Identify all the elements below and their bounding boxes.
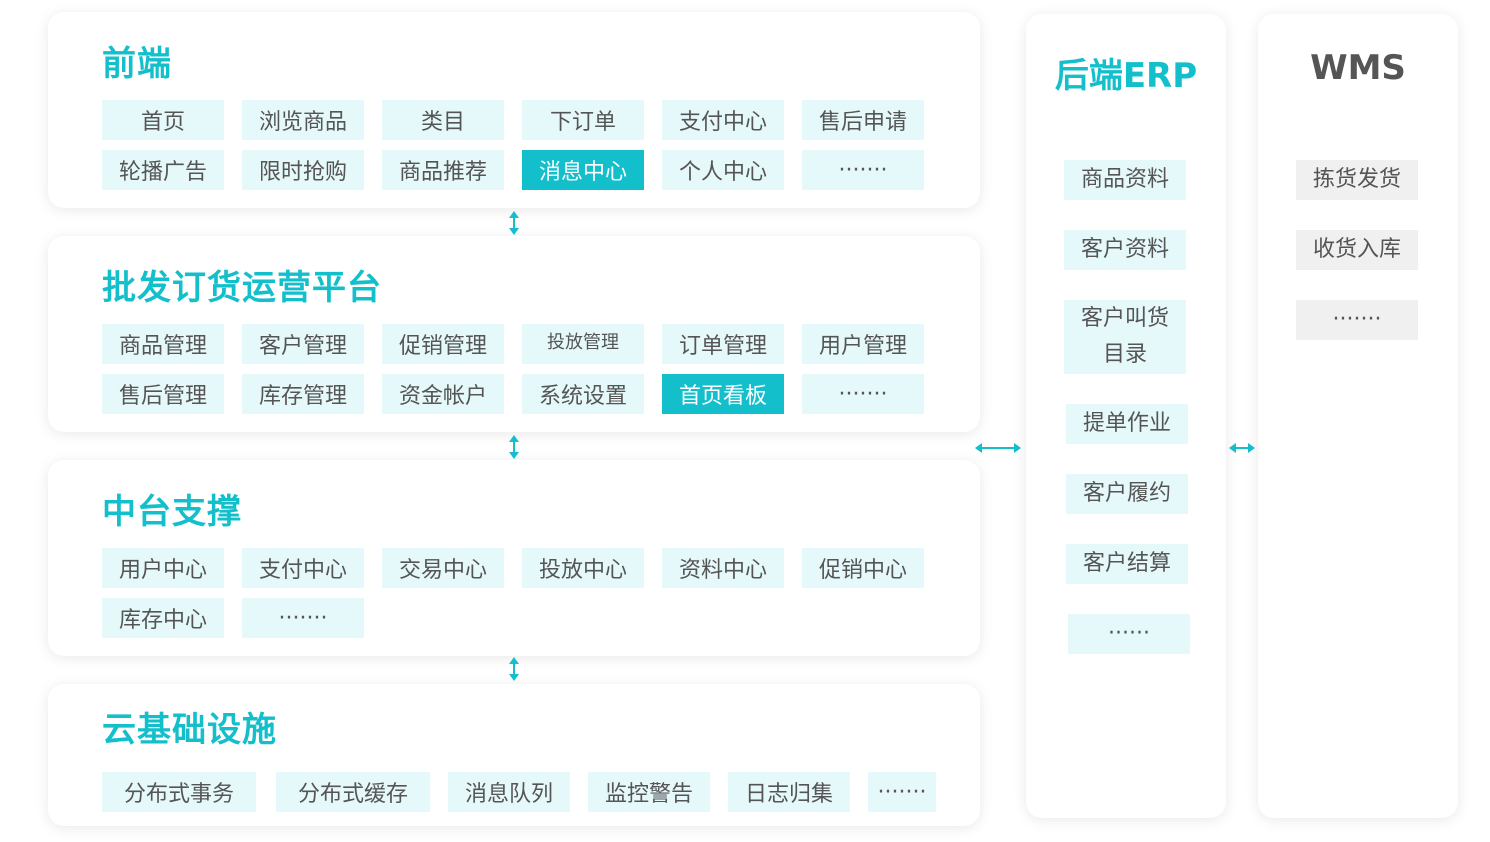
wms-title: WMS xyxy=(1310,48,1406,88)
erp-item: 客户结算 xyxy=(1066,544,1188,584)
middle-item: 用户中心 xyxy=(102,548,224,588)
infra-item: 分布式缓存 xyxy=(276,772,430,812)
infra-item: 监控警告 xyxy=(588,772,710,812)
frontend-item: 支付中心 xyxy=(662,100,784,140)
frontend-item: 类目 xyxy=(382,100,504,140)
frontend-item: 商品推荐 xyxy=(382,150,504,190)
middle-item: 交易中心 xyxy=(382,548,504,588)
platform-item: 促销管理 xyxy=(382,324,504,364)
platform-item: 商品管理 xyxy=(102,324,224,364)
frontend-item: 首页 xyxy=(102,100,224,140)
connector-arrow-vertical xyxy=(509,435,519,459)
middle-item: 支付中心 xyxy=(242,548,364,588)
connector-arrow-horizontal xyxy=(975,443,1021,453)
frontend-item: 售后申请 xyxy=(802,100,924,140)
platform-panel: 批发订货运营平台 商品管理 客户管理 促销管理 投放管理 订单管理 用户管理 售… xyxy=(48,236,980,432)
erp-title: 后端ERP xyxy=(1054,56,1198,96)
platform-item: 系统设置 xyxy=(522,374,644,414)
erp-item: 客户履约 xyxy=(1066,474,1188,514)
connector-arrow-vertical xyxy=(509,211,519,235)
platform-item-more: ······· xyxy=(802,374,924,414)
frontend-item: 下订单 xyxy=(522,100,644,140)
middle-item: 资料中心 xyxy=(662,548,784,588)
connector-arrow-horizontal xyxy=(1229,443,1255,453)
wms-item-more: ······· xyxy=(1296,300,1418,340)
frontend-item: 个人中心 xyxy=(662,150,784,190)
middle-panel: 中台支撑 用户中心 支付中心 交易中心 投放中心 资料中心 促销中心 库存中心 … xyxy=(48,460,980,656)
erp-panel: 后端ERP 商品资料 客户资料 客户叫货目录 提单作业 客户履约 客户结算 ··… xyxy=(1026,14,1226,818)
connector-arrow-vertical xyxy=(509,657,519,681)
frontend-item: 限时抢购 xyxy=(242,150,364,190)
infra-panel: 云基础设施 分布式事务 分布式缓存 消息队列 监控警告 日志归集 ······· xyxy=(48,684,980,826)
infra-title: 云基础设施 xyxy=(102,710,277,750)
platform-item: 用户管理 xyxy=(802,324,924,364)
platform-item: 资金帐户 xyxy=(382,374,504,414)
middle-item-more: ······· xyxy=(242,598,364,638)
platform-item: 客户管理 xyxy=(242,324,364,364)
infra-item: 消息队列 xyxy=(448,772,570,812)
wms-panel: WMS 拣货发货 收货入库 ······· xyxy=(1258,14,1458,818)
wms-item: 收货入库 xyxy=(1296,230,1418,270)
platform-item: 投放管理 xyxy=(522,324,644,364)
platform-item-highlighted: 首页看板 xyxy=(662,374,784,414)
platform-item: 售后管理 xyxy=(102,374,224,414)
platform-item: 订单管理 xyxy=(662,324,784,364)
erp-item: 客户叫货目录 xyxy=(1064,300,1186,374)
frontend-panel: 前端 首页 浏览商品 类目 下订单 支付中心 售后申请 轮播广告 限时抢购 商品… xyxy=(48,12,980,208)
middle-item: 库存中心 xyxy=(102,598,224,638)
erp-item-more: ······ xyxy=(1068,614,1190,654)
wms-item: 拣货发货 xyxy=(1296,160,1418,200)
middle-item: 促销中心 xyxy=(802,548,924,588)
platform-item: 库存管理 xyxy=(242,374,364,414)
erp-item: 客户资料 xyxy=(1064,230,1186,270)
middle-item: 投放中心 xyxy=(522,548,644,588)
erp-item: 商品资料 xyxy=(1064,160,1186,200)
frontend-item: 浏览商品 xyxy=(242,100,364,140)
frontend-title: 前端 xyxy=(102,44,172,84)
frontend-item: 轮播广告 xyxy=(102,150,224,190)
infra-item: 日志归集 xyxy=(728,772,850,812)
middle-title: 中台支撑 xyxy=(102,492,242,532)
frontend-item-more: ······· xyxy=(802,150,924,190)
infra-item-more: ······· xyxy=(868,772,936,812)
erp-item: 提单作业 xyxy=(1066,404,1188,444)
infra-item: 分布式事务 xyxy=(102,772,256,812)
platform-title: 批发订货运营平台 xyxy=(102,268,382,308)
frontend-item-highlighted: 消息中心 xyxy=(522,150,644,190)
